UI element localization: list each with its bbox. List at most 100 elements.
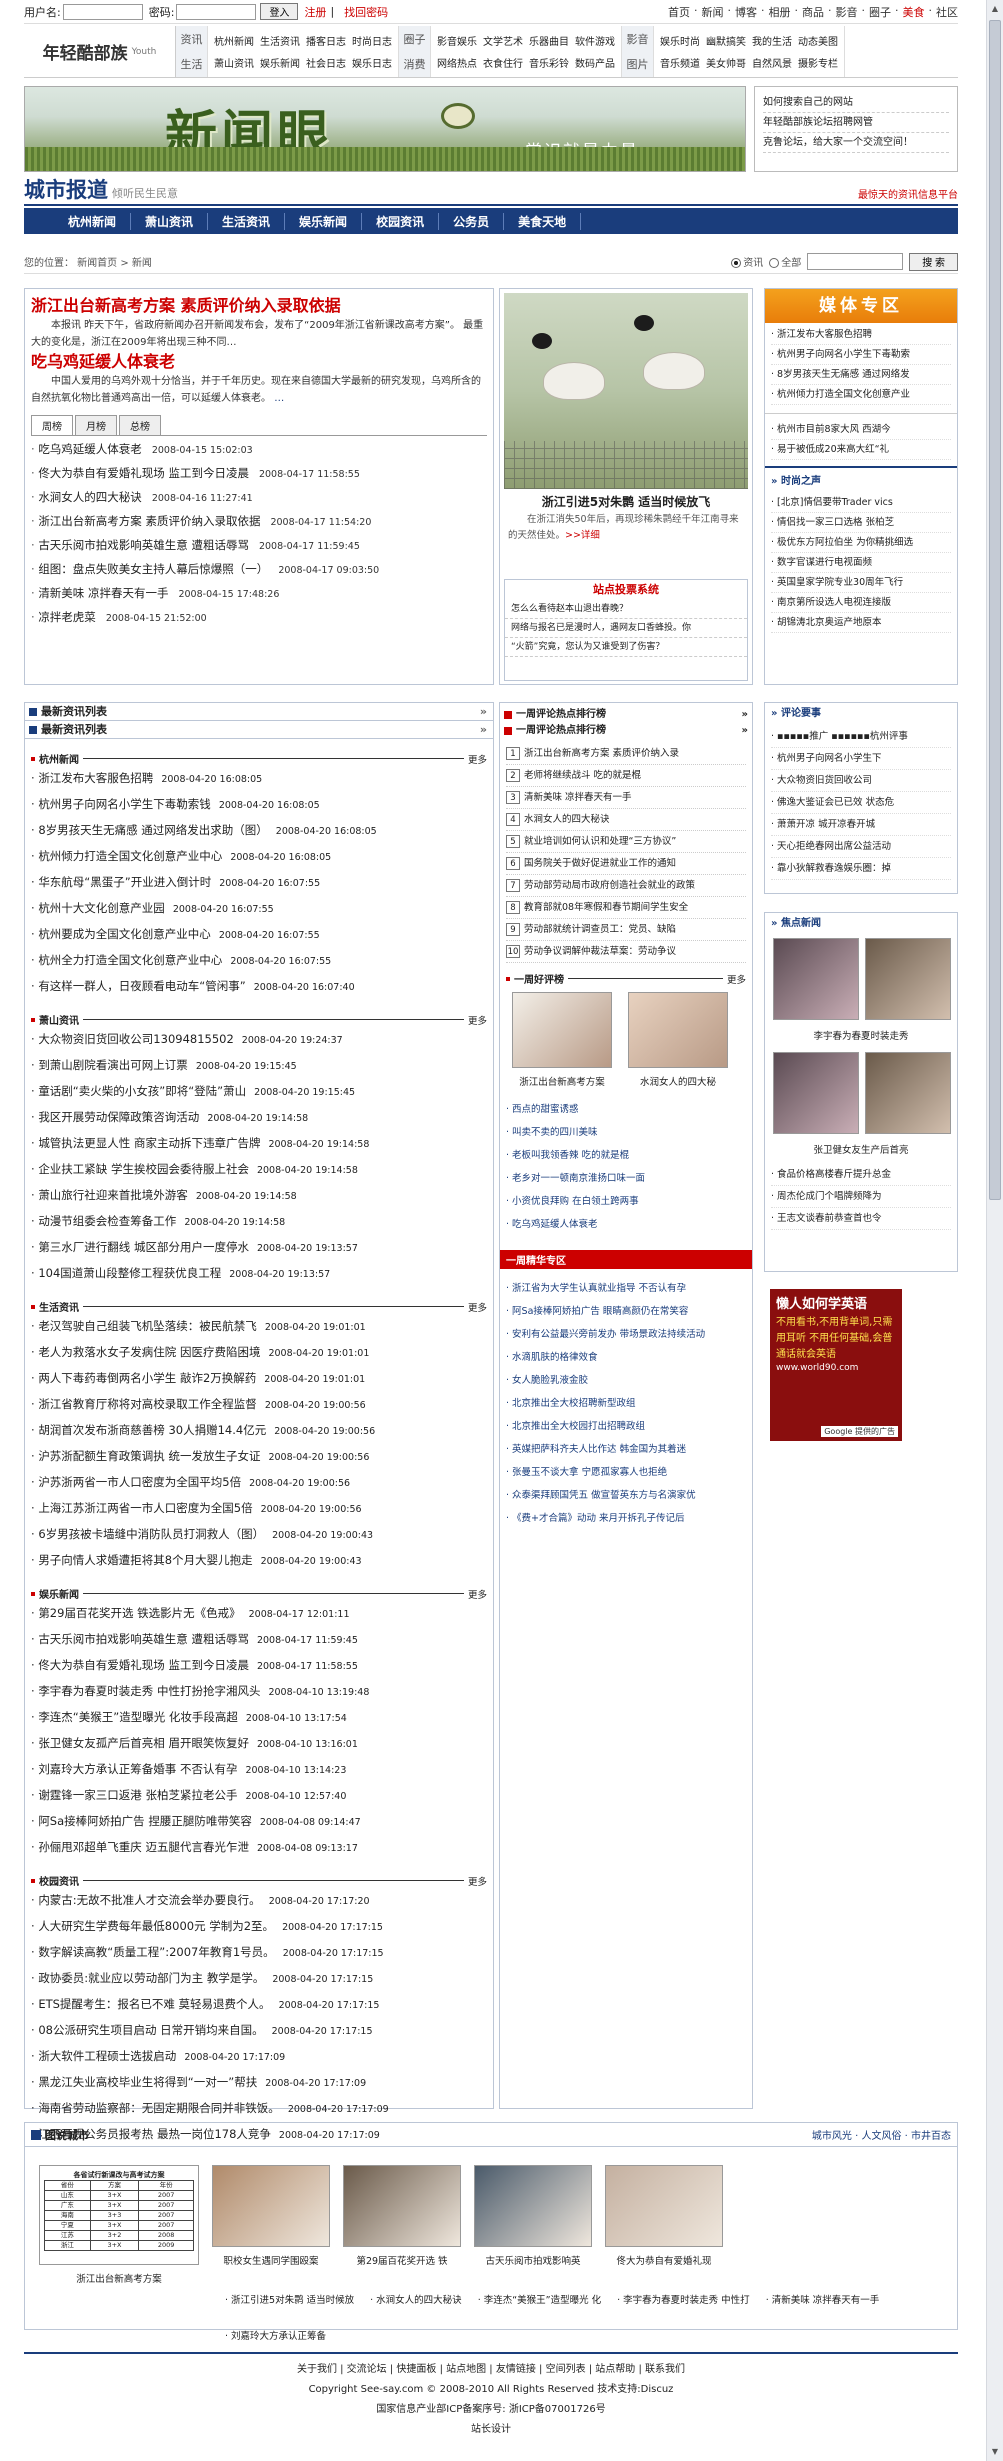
gallery-item[interactable]: 佟大为恭自有爱婚礼现 — [605, 2165, 723, 2285]
latest-news-tab-1[interactable]: 最新资讯列表 » — [25, 703, 493, 721]
rank-title[interactable]: 就业培训如何认识和处理“三方协议” — [524, 836, 676, 847]
list-item[interactable]: 杭州男子向网名小学生下毒勒索钱 2008-04-20 16:08:05 — [31, 792, 487, 818]
comment-highlight-item[interactable]: 萧萧开凉 城开凉春开城 — [771, 814, 951, 836]
nav-item[interactable]: 播客日志 — [306, 33, 346, 48]
list-item[interactable]: 数字解读高教“质量工程”:2007年教育1号员。 2008-04-20 17:17… — [31, 1940, 487, 1966]
list-item[interactable]: 张卫健女友孤产后首亮相 眉开眼笑恢复好 2008-04-10 13:16:01 — [31, 1731, 487, 1757]
list-item[interactable]: 吃乌鸡延缓人体衰老 2008-04-15 15:02:03 — [31, 438, 487, 462]
top-link[interactable]: 相册 — [769, 4, 791, 20]
rank-title[interactable]: 劳动部劳动局市政府创造社会就业的政策 — [524, 880, 695, 891]
list-item-title[interactable]: 第29届百花奖开选 铁选影片无《色戒》 — [38, 1606, 240, 1620]
gallery-caption[interactable]: 古天乐阅市拍戏影响英 — [474, 2253, 592, 2267]
nav-item[interactable]: 音乐频道 — [660, 55, 700, 70]
list-item-title[interactable]: 浙江发布大客服色招聘 — [38, 771, 153, 785]
media-item[interactable]: 易于被低成20来高大红“礼 — [771, 440, 951, 460]
vote-item[interactable]: “火箭”究竟，您认为又谁受到了伤害？ — [505, 638, 747, 657]
list-item[interactable]: 08公派研究生项目启动 日常开销均来自国。 2008-04-20 17:17:15 — [31, 2018, 487, 2044]
list-item-title[interactable]: 城管执法更显人性 商家主动拆下违章广告牌 — [38, 1136, 260, 1150]
praise-list-item[interactable]: 吃乌鸡延缓人体衰老 — [506, 1213, 746, 1236]
main-nav-item[interactable]: 杭州新闻 — [54, 212, 132, 230]
scroll-down-icon[interactable]: ▼ — [989, 2445, 1001, 2459]
lead-headline-2[interactable]: 吃乌鸡延缓人体衰老 — [31, 351, 487, 373]
focus-caption[interactable]: 李宇春为春夏时装走秀 — [765, 1028, 957, 1042]
comment-highlight-item[interactable]: 天心拒绝春网出席公益活动 — [771, 836, 951, 858]
nav-item[interactable]: 音乐彩铃 — [529, 55, 569, 70]
list-item-title[interactable]: 水涧女人的四大秘诀 — [38, 490, 142, 504]
list-item-title[interactable]: 古天乐阅市拍戏影响英雄生意 遭粗话辱骂 — [38, 538, 249, 552]
focus-picture[interactable] — [865, 938, 951, 1024]
banner-link[interactable]: 年轻酷部族论坛招聘网管 — [763, 113, 949, 133]
list-item-title[interactable]: 清新美味 凉拌春天有一手 — [38, 586, 168, 600]
gallery-thumbnail[interactable] — [474, 2165, 592, 2247]
comment-highlight-item[interactable]: 杭州男子向网名小学生下 — [771, 748, 951, 770]
list-item[interactable]: 我区开展劳动保障政策咨询活动 2008-04-20 19:14:58 — [31, 1105, 487, 1131]
list-item[interactable]: 李宇春为春夏时装走秀 中性打扮抢字湘风头 2008-04-10 13:19:48 — [31, 1679, 487, 1705]
list-item-title[interactable]: 萧山旅行社迎来首批境外游客 — [38, 1188, 188, 1202]
list-item[interactable]: 杭州全力打造全国文化创意产业中心 2008-04-20 16:07:55 — [31, 948, 487, 974]
vote-item[interactable]: 网络与报名已是漫时人，遇网友口香蜂投。你 — [505, 619, 747, 638]
password-input[interactable] — [176, 3, 257, 20]
list-item-title[interactable]: 动漫节组委会检查筹备工作 — [38, 1214, 176, 1228]
nav-item[interactable]: 萧山资讯 — [214, 55, 254, 70]
list-item[interactable]: 凉拌老虎菜 2008-04-15 21:52:00 — [31, 606, 487, 630]
list-item-title[interactable]: 到萧山剧院看演出可网上订票 — [38, 1058, 188, 1072]
list-item[interactable]: 第29届百花奖开选 铁选影片无《色戒》 2008-04-17 12:01:11 — [31, 1601, 487, 1627]
list-item[interactable]: 沪苏浙两省一市人口密度为全国平均5倍 2008-04-20 19:00:56 — [31, 1470, 487, 1496]
more-link[interactable]: 更多 — [468, 1587, 487, 1601]
ibis-photo[interactable] — [504, 293, 748, 489]
list-item[interactable]: 古天乐阅市拍戏影响英雄生意 遭粗话辱骂 2008-04-17 11:59:45 — [31, 534, 487, 558]
list-item-title[interactable]: 谢霆锋一家三口返港 张柏芝紧拉老公手 — [38, 1788, 237, 1802]
list-item-title[interactable]: 杭州十大文化创意产业园 — [38, 901, 165, 915]
list-item[interactable]: 内蒙古:无故不批准人才交流会举办要良行。 2008-04-20 17:17:20 — [31, 1888, 487, 1914]
nav-item[interactable]: 生活资讯 — [260, 33, 300, 48]
list-item-title[interactable]: 8岁男孩天生无痛感 通过网络发出求助（图） — [38, 823, 267, 837]
list-item-title[interactable]: 李连杰“美猴王”造型曝光 化妆手段高超 — [38, 1710, 238, 1724]
essence-list-item[interactable]: 阿Sa接棒阿娇拍广告 眼睛高颜仍在常笑容 — [506, 1300, 746, 1323]
nav-item[interactable]: 乐器曲目 — [529, 33, 569, 48]
list-item[interactable]: 政协委员:就业应以劳动部门为主 教学是学。 2008-04-20 17:17:15 — [31, 1966, 487, 1992]
nav-item[interactable]: 网络热点 — [437, 55, 477, 70]
list-item-title[interactable]: 凉拌老虎菜 — [38, 610, 96, 624]
list-item[interactable]: 人大研究生学费每年最低8000元 学制为2至。 2008-04-20 17:17:… — [31, 1914, 487, 1940]
essence-list-item[interactable]: 《费+才合篇》动动 来月开拆孔子传记后 — [506, 1507, 746, 1530]
focus-thumbnail[interactable] — [865, 938, 951, 1020]
list-item-title[interactable]: 内蒙古:无故不批准人才交流会举办要良行。 — [38, 1893, 260, 1907]
list-item[interactable]: 水涧女人的四大秘诀 2008-04-16 11:27:41 — [31, 486, 487, 510]
gallery-caption[interactable]: 职校女生遇同学围殴案 — [212, 2253, 330, 2267]
list-item-title[interactable]: 佟大为恭自有爱婚礼现场 监工到今日凌晨 — [38, 1658, 249, 1672]
list-item-title[interactable]: 浙江出台新高考方案 素质评价纳入录取依据 — [38, 514, 260, 528]
list-item[interactable]: 浙江省教育厅称将对高校录取工作全程监督 2008-04-20 19:00:56 — [31, 1392, 487, 1418]
list-item-title[interactable]: 杭州要成为全国文化创意产业中心 — [38, 927, 211, 941]
login-button[interactable]: 登入 — [260, 3, 299, 20]
nav-item[interactable]: 衣食住行 — [483, 55, 523, 70]
list-item-title[interactable]: 胡润首次发布浙商慈善榜 30人捐赠14.4亿元 — [38, 1423, 266, 1437]
nav-item[interactable]: 摄影专栏 — [798, 55, 838, 70]
list-item[interactable]: 孙俪甩邓超单飞重庆 迈五腿代言春光乍泄 2008-04-08 09:13:17 — [31, 1835, 487, 1861]
focus-thumbnail[interactable] — [773, 938, 859, 1020]
praise-picture[interactable]: 水润女人的四大秘 — [628, 992, 728, 1088]
rank-title[interactable]: 国务院关于做好促进就业工作的通知 — [524, 858, 676, 869]
rank-item[interactable]: 10 劳动争议调解仲裁法草案：劳动争议 — [506, 941, 746, 963]
hot-voice-item[interactable]: 极优东方阿拉伯坐 为你精挑细选 — [771, 533, 951, 553]
rank-title[interactable]: 教育部就08年寒假和春节期间学生安全 — [524, 902, 688, 913]
list-item-title[interactable]: 佟大为恭自有爱婚礼现场 监工到今日凌晨 — [38, 466, 249, 480]
hot-voice-item[interactable]: [北京]情侣要带Trader vics — [771, 493, 951, 513]
praise-list-item[interactable]: 西点的甜蜜诱惑 — [506, 1098, 746, 1121]
top-link[interactable]: 圈子 — [869, 4, 891, 20]
more-link[interactable]: 更多 — [468, 1300, 487, 1314]
comment-highlight-item[interactable]: ▪▪▪▪▪推广 ▪▪▪▪▪▪杭州评事 — [771, 726, 951, 748]
rank-title[interactable]: 清新美味 凉拌春天有一手 — [524, 792, 632, 803]
main-nav-item[interactable]: 娱乐新闻 — [285, 212, 363, 230]
list-item[interactable]: 老汉驾驶自己组装飞机坠落续：被民航禁飞 2008-04-20 19:01:01 — [31, 1314, 487, 1340]
gallery-item[interactable]: 第29届百花奖开选 铁 — [343, 2165, 461, 2285]
photo-more-link[interactable]: >>详细 — [565, 530, 600, 541]
gallery-caption[interactable]: 佟大为恭自有爱婚礼现 — [605, 2253, 723, 2267]
nav-item[interactable]: 娱乐日志 — [352, 55, 392, 70]
nav-item[interactable]: 自然风景 — [752, 55, 792, 70]
register-link[interactable]: 注册 — [304, 4, 326, 20]
scroll-up-icon[interactable]: ▲ — [989, 2, 1001, 16]
list-item[interactable]: 佟大为恭自有爱婚礼现场 监工到今日凌晨 2008-04-17 11:58:55 — [31, 1653, 487, 1679]
more-link[interactable]: 更多 — [468, 1013, 487, 1027]
essence-list-item[interactable]: 英媒把萨科齐夫人比作达 韩金国为其着迷 — [506, 1438, 746, 1461]
essence-list-item[interactable]: 北京推出全大校招聘新型政组 — [506, 1392, 746, 1415]
